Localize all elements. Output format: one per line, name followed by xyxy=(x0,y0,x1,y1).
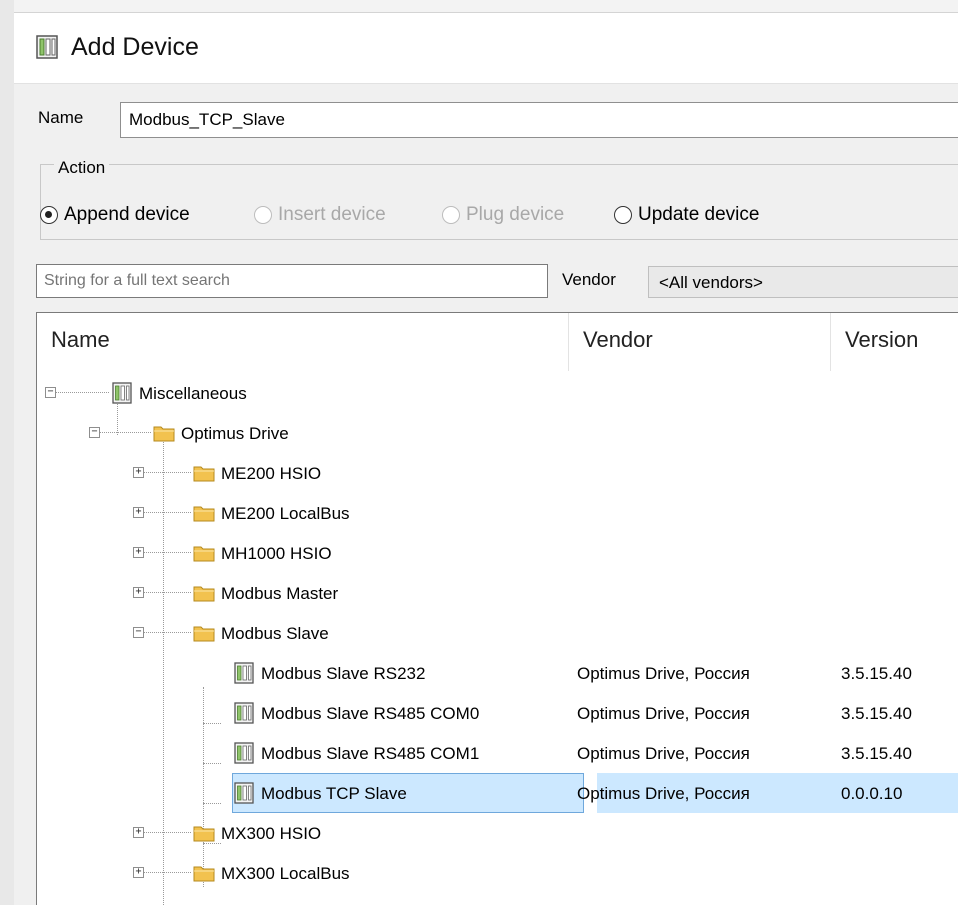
folder-icon xyxy=(153,424,175,447)
device-icon xyxy=(233,701,255,730)
collapse-icon[interactable]: − xyxy=(133,627,144,638)
device-icon xyxy=(233,781,255,810)
column-header-name[interactable]: Name xyxy=(37,313,569,371)
folder-icon xyxy=(193,864,215,887)
tree-row-name: ME200 HSIO xyxy=(221,464,322,483)
insert-device-radio[interactable]: Insert device xyxy=(254,204,386,226)
tree-row[interactable]: Modbus Slave RS485 COM1 Optimus Drive, Ро… xyxy=(37,733,958,773)
expand-icon[interactable]: + xyxy=(133,467,144,478)
collapse-icon[interactable]: − xyxy=(45,387,56,398)
tree-row-vendor: Optimus Drive, Россия xyxy=(577,704,750,723)
tree-row-name: MX300 HSIO xyxy=(221,824,322,843)
append-device-label: Append device xyxy=(64,204,190,225)
insert-device-label: Insert device xyxy=(278,204,386,225)
tree-row[interactable]: + ME200 LocalBus xyxy=(37,493,958,533)
update-device-radio[interactable]: Update device xyxy=(614,204,759,226)
radio-unchecked-icon xyxy=(442,206,460,224)
tree-connector xyxy=(144,552,191,553)
collapse-icon[interactable]: − xyxy=(89,427,100,438)
tree-row-name: Modbus Slave RS232 xyxy=(261,664,426,683)
tree-row-vendor: Optimus Drive, Россия xyxy=(577,784,750,803)
tree-row-name: MH1000 HSIO xyxy=(221,544,332,563)
window-left-edge xyxy=(0,0,15,905)
tree-row-vendor: Optimus Drive, Россия xyxy=(577,744,750,763)
expand-icon[interactable]: + xyxy=(133,587,144,598)
tree-row[interactable]: Modbus TCP Slave Optimus Drive, Россия 0.0… xyxy=(37,773,958,813)
tree-row[interactable]: + MH1000 HSIO xyxy=(37,533,958,573)
tree-row-version: 3.5.15.40 xyxy=(841,664,912,683)
folder-icon xyxy=(193,464,215,487)
folder-icon xyxy=(193,584,215,607)
tree-connector xyxy=(144,872,191,873)
tree-row-version: 3.5.15.40 xyxy=(841,744,912,763)
device-icon xyxy=(233,661,255,690)
tree-row-version: 0.0.0.10 xyxy=(841,784,903,803)
tree-row-name: Miscellaneous xyxy=(139,384,247,403)
tree-row[interactable]: − Modbus Slave xyxy=(37,613,958,653)
tree-row[interactable]: − Miscellaneous xyxy=(37,373,958,413)
tree-row-name: Modbus Slave RS485 COM0 xyxy=(261,704,480,723)
tree-row-name: Optimus Drive xyxy=(181,424,289,443)
expand-icon[interactable]: + xyxy=(133,827,144,838)
tree-row-name: Modbus Master xyxy=(221,584,339,603)
tree-row[interactable]: − Optimus Drive xyxy=(37,413,958,453)
tree-connector xyxy=(144,472,191,473)
tree-row[interactable]: + MX300 HSIO xyxy=(37,813,958,853)
device-name-input[interactable] xyxy=(120,102,958,138)
folder-icon xyxy=(193,544,215,567)
device-tree: Name Vendor Version − Miscellaneous − Optim… xyxy=(36,312,958,905)
dialog-title-bar: Add Device xyxy=(14,13,958,84)
folder-icon xyxy=(193,504,215,527)
tree-row-name: ME200 LocalBus xyxy=(221,504,350,523)
append-device-radio[interactable]: Append device xyxy=(40,204,190,226)
folder-icon xyxy=(193,624,215,647)
tree-connector xyxy=(144,512,191,513)
folder-icon xyxy=(193,824,215,847)
add-device-dialog: Name Action Append device Insert device … xyxy=(14,84,958,905)
radio-checked-icon xyxy=(40,206,58,224)
expand-icon[interactable]: + xyxy=(133,507,144,518)
expand-icon[interactable]: + xyxy=(133,547,144,558)
full-text-search-input[interactable] xyxy=(36,264,548,298)
plug-device-label: Plug device xyxy=(466,204,565,225)
radio-unchecked-icon xyxy=(254,206,272,224)
tree-row[interactable]: Modbus Slave RS232 Optimus Drive, Россия 3… xyxy=(37,653,958,693)
plug-device-radio[interactable]: Plug device xyxy=(442,204,564,226)
tree-row-version: 3.5.15.40 xyxy=(841,704,912,723)
tree-row-vendor: Optimus Drive, Россия xyxy=(577,664,750,683)
tree-connector xyxy=(144,832,191,833)
device-icon xyxy=(233,741,255,770)
tree-row[interactable]: + Modbus Master xyxy=(37,573,958,613)
device-icon xyxy=(36,35,58,59)
tree-row-name: Modbus Slave RS485 COM1 xyxy=(261,744,480,763)
expand-icon[interactable]: + xyxy=(133,867,144,878)
name-label: Name xyxy=(38,108,84,127)
update-device-label: Update device xyxy=(638,204,760,225)
device-icon xyxy=(111,381,133,410)
column-header-version[interactable]: Version xyxy=(831,313,958,371)
tree-row-name: MX300 LocalBus xyxy=(221,864,350,883)
tree-row[interactable]: + ME200 HSIO xyxy=(37,453,958,493)
vendor-filter-label: Vendor xyxy=(562,270,616,289)
tree-connector xyxy=(100,432,151,433)
action-groupbox xyxy=(40,164,958,240)
column-header-vendor[interactable]: Vendor xyxy=(569,313,831,371)
radio-unchecked-icon xyxy=(614,206,632,224)
tree-row[interactable]: Modbus Slave RS485 COM0 Optimus Drive, Ро… xyxy=(37,693,958,733)
action-legend: Action xyxy=(54,158,110,178)
tree-connector xyxy=(144,632,191,633)
dialog-title: Add Device xyxy=(71,33,199,61)
tree-row-name: Modbus Slave xyxy=(221,624,329,643)
vendor-filter-select[interactable]: <All vendors> xyxy=(648,266,958,298)
window-top-edge xyxy=(14,0,958,13)
tree-connector xyxy=(56,392,109,393)
tree-row-name: Modbus TCP Slave xyxy=(261,784,407,803)
tree-row[interactable]: + MX300 LocalBus xyxy=(37,853,958,893)
tree-connector xyxy=(144,592,191,593)
